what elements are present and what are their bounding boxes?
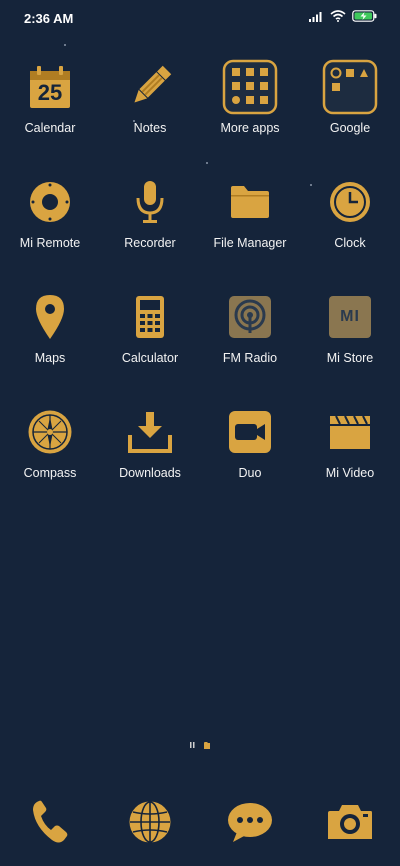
app-mi-remote[interactable]: Mi Remote bbox=[0, 173, 100, 273]
app-label: File Manager bbox=[213, 236, 287, 250]
phone-icon[interactable] bbox=[25, 796, 75, 848]
app-label: More apps bbox=[220, 121, 280, 135]
status-bar: 2:36 AM bbox=[0, 0, 400, 36]
page-indicator[interactable] bbox=[188, 739, 214, 751]
wallpaper-star bbox=[206, 162, 208, 164]
dock bbox=[0, 796, 400, 852]
app-mi-store[interactable]: MI Mi Store bbox=[300, 288, 400, 388]
radio-icon bbox=[225, 288, 275, 346]
app-label: Google bbox=[329, 121, 371, 135]
app-label: Compass bbox=[23, 466, 77, 480]
microphone-icon bbox=[125, 173, 175, 231]
app-label: Duo bbox=[238, 466, 262, 480]
wallpaper-star bbox=[64, 44, 66, 46]
pencil-icon bbox=[125, 58, 175, 116]
battery-charging-icon bbox=[352, 9, 378, 27]
download-icon bbox=[125, 403, 175, 461]
app-folder-google[interactable]: Google bbox=[300, 58, 400, 158]
calendar-day: 25 bbox=[37, 80, 63, 105]
app-folder-more-apps[interactable]: More apps bbox=[200, 58, 300, 158]
app-label: Notes bbox=[133, 121, 167, 135]
clock-icon bbox=[325, 173, 375, 231]
folder-icon bbox=[221, 58, 279, 116]
camera-icon[interactable] bbox=[325, 796, 375, 848]
app-mi-video[interactable]: Mi Video bbox=[300, 403, 400, 503]
folder-icon bbox=[321, 58, 379, 116]
map-pin-icon bbox=[25, 288, 75, 346]
app-fm-radio[interactable]: FM Radio bbox=[200, 288, 300, 388]
app-maps[interactable]: Maps bbox=[0, 288, 100, 388]
calculator-icon bbox=[125, 288, 175, 346]
app-label: FM Radio bbox=[222, 351, 278, 365]
compass-icon bbox=[25, 403, 75, 461]
app-label: Clock bbox=[334, 236, 366, 250]
app-label: Recorder bbox=[124, 236, 176, 250]
status-time: 2:36 AM bbox=[24, 11, 74, 26]
app-label: Maps bbox=[34, 351, 66, 365]
app-label: Downloads bbox=[119, 466, 181, 480]
app-clock[interactable]: Clock bbox=[300, 173, 400, 273]
calendar-icon: 25 bbox=[25, 58, 75, 116]
app-label: Mi Video bbox=[325, 466, 375, 480]
video-call-icon bbox=[225, 403, 275, 461]
app-label: Mi Remote bbox=[19, 236, 81, 250]
app-duo[interactable]: Duo bbox=[200, 403, 300, 503]
clapperboard-icon bbox=[325, 403, 375, 461]
app-compass[interactable]: Compass bbox=[0, 403, 100, 503]
app-label: Calculator bbox=[121, 351, 179, 365]
app-calendar[interactable]: 25 Calendar bbox=[0, 58, 100, 158]
app-calculator[interactable]: Calculator bbox=[100, 288, 200, 388]
mi-logo: MI bbox=[340, 308, 360, 325]
folder-file-icon bbox=[225, 173, 275, 231]
status-icons bbox=[308, 10, 378, 26]
remote-icon bbox=[25, 173, 75, 231]
app-recorder[interactable]: Recorder bbox=[100, 173, 200, 273]
app-notes[interactable]: Notes bbox=[100, 58, 200, 158]
mi-store-icon: MI bbox=[325, 288, 375, 346]
browser-icon[interactable] bbox=[125, 796, 175, 848]
app-label: Calendar bbox=[24, 121, 76, 135]
messaging-icon[interactable] bbox=[225, 796, 275, 848]
app-file-manager[interactable]: File Manager bbox=[200, 173, 300, 273]
app-downloads[interactable]: Downloads bbox=[100, 403, 200, 503]
wifi-icon bbox=[330, 9, 346, 27]
app-label: Mi Store bbox=[326, 351, 374, 365]
signal-icon bbox=[308, 9, 324, 27]
